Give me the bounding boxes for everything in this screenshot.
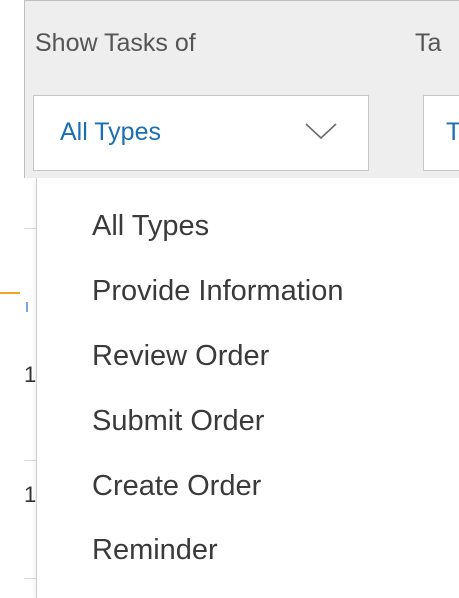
task-filter-page: 1 1 Show Tasks of Ta All Types T All Typ… bbox=[0, 0, 459, 598]
second-filter-label: Ta bbox=[415, 29, 442, 57]
table-row-fragment: 1 bbox=[24, 482, 37, 507]
second-filter-select[interactable]: T bbox=[423, 95, 459, 171]
dropdown-item-all-types[interactable]: All Types bbox=[92, 210, 209, 243]
chevron-down-icon bbox=[305, 123, 337, 140]
dropdown-item-reminder[interactable]: Reminder bbox=[92, 534, 218, 567]
dropdown-item-review-order[interactable]: Review Order bbox=[92, 340, 269, 373]
show-tasks-label: Show Tasks of bbox=[35, 29, 196, 57]
second-filter-select-value: T bbox=[446, 118, 459, 146]
dropdown-item-submit-order[interactable]: Submit Order bbox=[92, 405, 264, 438]
dropdown-item-provide-information[interactable]: Provide Information bbox=[92, 275, 343, 308]
filter-panel: Show Tasks of Ta All Types T bbox=[24, 0, 459, 178]
table-row-fragment: 1 bbox=[24, 362, 37, 387]
row-indicator bbox=[26, 302, 28, 312]
task-type-select[interactable]: All Types bbox=[33, 95, 369, 171]
orange-marker-line bbox=[0, 292, 20, 294]
task-type-select-value: All Types bbox=[60, 118, 161, 146]
background-table-edge bbox=[0, 0, 24, 598]
dropdown-item-create-order[interactable]: Create Order bbox=[92, 470, 261, 503]
task-type-dropdown-list: All Types Provide Information Review Ord… bbox=[36, 178, 459, 598]
